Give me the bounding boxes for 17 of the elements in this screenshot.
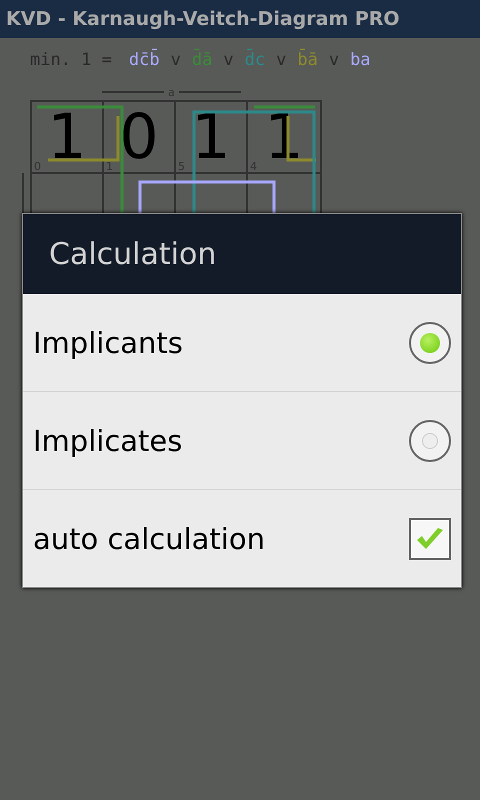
window-title: KVD - Karnaugh-Veitch-Diagram PRO <box>6 8 400 30</box>
radio-button[interactable] <box>409 322 451 364</box>
checkbox[interactable] <box>409 518 451 560</box>
formula-term: ba <box>350 50 371 70</box>
cell-value: 0 <box>119 106 159 168</box>
checkmark-icon <box>415 526 445 552</box>
option-label: Implicates <box>33 424 182 458</box>
option-row[interactable]: Implicants <box>23 294 461 391</box>
cell-value: 1 <box>191 106 231 168</box>
option-row[interactable]: Implicates <box>23 391 461 489</box>
dialog-title: Calculation <box>49 236 216 272</box>
option-row[interactable]: auto calculation <box>23 489 461 587</box>
option-label: auto calculation <box>33 522 265 556</box>
radio-button[interactable] <box>409 420 451 462</box>
cell-value: 1 <box>47 106 87 168</box>
formula-term: dc̄b̄ <box>128 50 160 70</box>
option-label: Implicants <box>33 326 183 360</box>
